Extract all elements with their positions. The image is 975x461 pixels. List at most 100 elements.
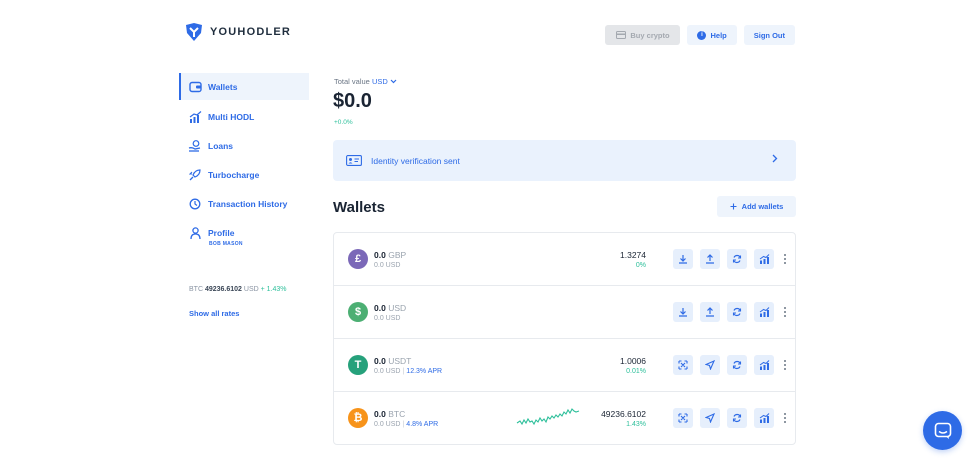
wallet-amount: 0.0 USD	[374, 303, 406, 313]
history-icon	[188, 197, 202, 211]
sidebar-item-label: Turbocharge	[208, 169, 260, 180]
wallet-change: 0%	[635, 262, 646, 269]
more-options-icon[interactable]	[783, 409, 787, 427]
bitcoin-coin-icon: ₿	[348, 408, 368, 428]
multi-hodl-button[interactable]	[754, 302, 774, 322]
separator: |	[402, 368, 405, 375]
multi-hodl-icon	[759, 307, 769, 317]
usd-value: 0.0 USD	[374, 421, 401, 428]
amount-value: 0.0	[374, 250, 386, 260]
send-button[interactable]	[700, 355, 720, 375]
amount-value: 0.0	[374, 356, 386, 366]
header-actions: Buy crypto i Help Sign Out	[605, 25, 795, 45]
show-all-rates-link[interactable]: Show all rates	[189, 309, 239, 318]
exchange-icon	[732, 307, 742, 317]
hand-coin-icon	[188, 139, 202, 153]
add-wallets-label: Add wallets	[741, 202, 784, 211]
plus-icon	[730, 203, 737, 210]
sidebar-item-label: Profile	[208, 227, 235, 238]
sidebar-item-wallets[interactable]: Wallets	[179, 73, 309, 100]
qr-icon	[678, 413, 688, 423]
sign-out-button[interactable]: Sign Out	[743, 25, 795, 45]
amount-symbol: USD	[388, 303, 407, 313]
rate-value: 49236.6102	[204, 286, 242, 293]
multi-hodl-button[interactable]	[754, 355, 774, 375]
amount-symbol: USDT	[388, 356, 412, 366]
download-icon	[679, 255, 687, 264]
buy-crypto-button[interactable]: Buy crypto	[605, 25, 681, 45]
wallet-row-usdt[interactable]: T 0.0 USDT 0.0 USD | 12.3% APR 1.0006 0.01…	[334, 339, 795, 392]
multi-hodl-button[interactable]	[754, 249, 774, 269]
verification-text: Identity verification sent	[371, 155, 460, 166]
rate-symbol: BTC	[189, 286, 203, 293]
exchange-icon	[732, 360, 742, 370]
total-change: +0.0%	[334, 119, 353, 126]
btc-sparkline	[516, 408, 580, 426]
sidebar-item-label: Wallets	[208, 81, 238, 92]
user-icon	[188, 226, 202, 240]
usd-value: 0.0 USD	[374, 315, 401, 322]
sidebar-item-label: Loans	[208, 140, 234, 151]
more-options-icon[interactable]	[783, 250, 787, 268]
currency-selector[interactable]: USD	[372, 77, 397, 86]
wallet-row-gbp[interactable]: £ 0.0 GBP 0.0 USD 1.3274 0%	[334, 233, 795, 286]
amount-value: 0.0	[374, 409, 386, 419]
profile-name: BOB MASON	[209, 241, 243, 247]
exchange-button[interactable]	[727, 355, 747, 375]
qr-button[interactable]	[673, 355, 693, 375]
wallet-row-btc[interactable]: ₿ 0.0 BTC 0.0 USD | 4.8% APR 49236.6102 1.…	[334, 392, 795, 444]
exchange-button[interactable]	[727, 302, 747, 322]
apr-value: 12.3% APR	[406, 368, 443, 375]
wallet-usd-value: 0.0 USD	[374, 262, 400, 269]
wallet-actions	[673, 249, 774, 269]
sidebar-item-profile[interactable]: Profile	[179, 218, 309, 247]
multi-hodl-button[interactable]	[754, 408, 774, 428]
sidebar-item-loans[interactable]: Loans	[179, 131, 309, 160]
more-options-icon[interactable]	[783, 303, 787, 321]
send-icon	[705, 360, 715, 370]
usd-value: 0.0 USD	[374, 262, 401, 269]
qr-button[interactable]	[673, 408, 693, 428]
rate-change: + 1.43%	[260, 286, 287, 293]
multi-hodl-icon	[759, 413, 769, 423]
exchange-button[interactable]	[727, 408, 747, 428]
send-icon	[705, 413, 715, 423]
usd-value: 0.0 USD	[374, 368, 401, 375]
chat-support-button[interactable]	[923, 411, 962, 450]
deposit-button[interactable]	[673, 302, 693, 322]
wallet-actions	[673, 408, 774, 428]
brand-logo[interactable]: YOUHODLER	[184, 22, 291, 42]
download-icon	[679, 308, 687, 317]
wallet-usd-value: 0.0 USD | 4.8% APR	[374, 421, 438, 428]
sidebar-item-label: Multi HODL	[208, 111, 255, 122]
rate-currency: USD	[243, 286, 259, 293]
buy-crypto-label: Buy crypto	[630, 30, 670, 40]
pound-coin-icon: £	[348, 249, 368, 269]
amount-symbol: GBP	[388, 250, 407, 260]
upload-icon	[706, 307, 714, 317]
exchange-icon	[732, 413, 742, 423]
multi-hodl-icon	[759, 360, 769, 370]
wallet-usd-value: 0.0 USD | 12.3% APR	[374, 368, 442, 375]
brand-name: YOUHODLER	[210, 26, 292, 38]
add-wallets-button[interactable]: Add wallets	[717, 196, 796, 217]
sidebar-item-transaction-history[interactable]: Transaction History	[179, 189, 309, 218]
wallet-amount: 0.0 USDT	[374, 356, 411, 366]
exchange-button[interactable]	[727, 249, 747, 269]
identity-verification-banner[interactable]: Identity verification sent	[333, 140, 796, 181]
youhodler-logo-icon	[186, 23, 202, 41]
sidebar-item-turbocharge[interactable]: Turbocharge	[179, 160, 309, 189]
wallet-amount: 0.0 BTC	[374, 409, 405, 419]
bar-chart-icon	[188, 110, 202, 124]
withdraw-button[interactable]	[700, 302, 720, 322]
multi-hodl-icon	[759, 254, 769, 264]
card-icon	[616, 31, 627, 39]
withdraw-button[interactable]	[700, 249, 720, 269]
send-button[interactable]	[700, 408, 720, 428]
wallet-row-usd[interactable]: $ 0.0 USD 0.0 USD	[334, 286, 795, 339]
more-options-icon[interactable]	[783, 356, 787, 374]
sidebar-nav: Wallets Multi HODL Loans Turbocharge Tra…	[179, 73, 309, 247]
sidebar-item-multi-hodl[interactable]: Multi HODL	[179, 102, 309, 131]
help-button[interactable]: i Help	[687, 25, 737, 45]
deposit-button[interactable]	[673, 249, 693, 269]
